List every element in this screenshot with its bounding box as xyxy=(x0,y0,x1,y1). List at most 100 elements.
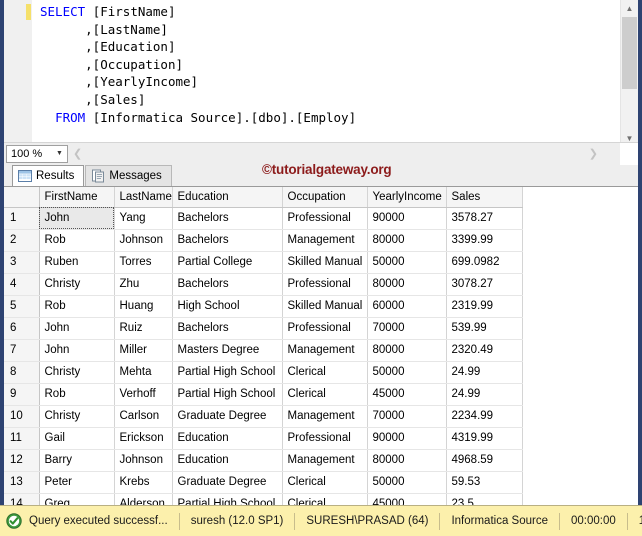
table-row[interactable]: 3 Ruben Torres Partial College Skilled Manua… xyxy=(4,251,523,274)
cell-sales[interactable]: 24.99 xyxy=(446,383,523,406)
cell-yearlyincome[interactable]: 50000 xyxy=(367,251,447,274)
chevron-left-icon[interactable]: ❮ xyxy=(73,147,82,160)
table-row[interactable]: 5 Rob Huang High School Skilled Manual 60000 2… xyxy=(4,295,523,318)
cell-lastname[interactable]: Zhu xyxy=(114,273,173,296)
cell-occupation[interactable]: Clerical xyxy=(282,471,368,494)
cell-lastname[interactable]: Huang xyxy=(114,295,173,318)
row-number-cell[interactable]: 3 xyxy=(4,251,40,274)
cell-lastname[interactable]: Carlson xyxy=(114,405,173,428)
cell-yearlyincome[interactable]: 50000 xyxy=(367,471,447,494)
cell-lastname[interactable]: Ruiz xyxy=(114,317,173,340)
table-row[interactable]: 2 Rob Johnson Bachelors Management 80000 3399.… xyxy=(4,229,523,252)
cell-sales[interactable]: 2319.99 xyxy=(446,295,523,318)
cell-firstname[interactable]: Christy xyxy=(39,361,115,384)
cell-firstname[interactable]: Rob xyxy=(39,383,115,406)
cell-education[interactable]: Partial High School xyxy=(172,493,283,505)
cell-occupation[interactable]: Clerical xyxy=(282,493,368,505)
cell-yearlyincome[interactable]: 90000 xyxy=(367,427,447,450)
table-row[interactable]: 7 John Miller Masters Degree Management 80000… xyxy=(4,339,523,362)
cell-lastname[interactable]: Yang xyxy=(114,207,173,230)
row-number-cell[interactable]: 10 xyxy=(4,405,40,428)
chevron-down-icon[interactable]: ▼ xyxy=(52,150,67,157)
cell-occupation[interactable]: Clerical xyxy=(282,383,368,406)
cell-yearlyincome[interactable]: 80000 xyxy=(367,449,447,472)
column-header-occupation[interactable]: Occupation xyxy=(282,186,368,208)
cell-yearlyincome[interactable]: 60000 xyxy=(367,295,447,318)
cell-yearlyincome[interactable]: 45000 xyxy=(367,493,447,505)
cell-lastname[interactable]: Mehta xyxy=(114,361,173,384)
row-number-cell[interactable]: 5 xyxy=(4,295,40,318)
cell-education[interactable]: Graduate Degree xyxy=(172,471,283,494)
cell-sales[interactable]: 59.53 xyxy=(446,471,523,494)
cell-sales[interactable]: 4319.99 xyxy=(446,427,523,450)
table-row[interactable]: 8 Christy Mehta Partial High School Clerical… xyxy=(4,361,523,384)
cell-lastname[interactable]: Krebs xyxy=(114,471,173,494)
editor-vertical-scrollbar[interactable]: ▲ ▼ xyxy=(620,0,638,143)
cell-lastname[interactable]: Verhoff xyxy=(114,383,173,406)
cell-firstname[interactable]: Greg xyxy=(39,493,115,505)
cell-education[interactable]: Partial High School xyxy=(172,383,283,406)
results-grid[interactable]: FirstName LastName Education Occupation … xyxy=(4,185,638,505)
scroll-down-icon[interactable]: ▼ xyxy=(621,130,638,142)
table-row[interactable]: 10 Christy Carlson Graduate Degree Managemen… xyxy=(4,405,523,428)
cell-occupation[interactable]: Skilled Manual xyxy=(282,295,368,318)
cell-yearlyincome[interactable]: 70000 xyxy=(367,317,447,340)
row-number-cell[interactable]: 9 xyxy=(4,383,40,406)
table-row[interactable]: 13 Peter Krebs Graduate Degree Clerical 50000… xyxy=(4,471,523,494)
row-number-cell[interactable]: 4 xyxy=(4,273,40,296)
row-number-cell[interactable]: 14 xyxy=(4,493,40,505)
column-header-rownum[interactable] xyxy=(4,186,40,208)
column-header-yearlyincome[interactable]: YearlyIncome xyxy=(367,186,447,208)
row-number-cell[interactable]: 13 xyxy=(4,471,40,494)
cell-firstname[interactable]: Gail xyxy=(39,427,115,450)
cell-firstname[interactable]: Christy xyxy=(39,273,115,296)
cell-education[interactable]: Bachelors xyxy=(172,207,283,230)
cell-sales[interactable]: 699.0982 xyxy=(446,251,523,274)
cell-firstname[interactable]: Rob xyxy=(39,295,115,318)
cell-occupation[interactable]: Professional xyxy=(282,317,368,340)
cell-occupation[interactable]: Management xyxy=(282,405,368,428)
cell-firstname[interactable]: Rob xyxy=(39,229,115,252)
cell-occupation[interactable]: Professional xyxy=(282,273,368,296)
cell-lastname[interactable]: Torres xyxy=(114,251,173,274)
cell-yearlyincome[interactable]: 90000 xyxy=(367,207,447,230)
table-row[interactable]: 12 Barry Johnson Education Management 80000 49… xyxy=(4,449,523,472)
chevron-right-icon[interactable]: ❯ xyxy=(589,147,598,160)
cell-yearlyincome[interactable]: 80000 xyxy=(367,273,447,296)
scrollbar-thumb[interactable] xyxy=(622,17,637,89)
cell-occupation[interactable]: Clerical xyxy=(282,361,368,384)
row-number-cell[interactable]: 6 xyxy=(4,317,40,340)
cell-firstname[interactable]: Christy xyxy=(39,405,115,428)
cell-occupation[interactable]: Management xyxy=(282,339,368,362)
cell-sales[interactable]: 24.99 xyxy=(446,361,523,384)
cell-firstname[interactable]: Ruben xyxy=(39,251,115,274)
row-number-cell[interactable]: 7 xyxy=(4,339,40,362)
row-number-cell[interactable]: 1 xyxy=(4,207,40,230)
cell-sales[interactable]: 2234.99 xyxy=(446,405,523,428)
column-header-lastname[interactable]: LastName xyxy=(114,186,173,208)
scrollbar-track[interactable] xyxy=(621,17,638,130)
cell-education[interactable]: Masters Degree xyxy=(172,339,283,362)
table-row[interactable]: 11 Gail Erickson Education Professional 90000… xyxy=(4,427,523,450)
row-number-cell[interactable]: 12 xyxy=(4,449,40,472)
cell-education[interactable]: Graduate Degree xyxy=(172,405,283,428)
cell-yearlyincome[interactable]: 50000 xyxy=(367,361,447,384)
cell-firstname[interactable]: John xyxy=(39,207,115,230)
column-header-sales[interactable]: Sales xyxy=(446,186,523,208)
row-number-cell[interactable]: 2 xyxy=(4,229,40,252)
table-row[interactable]: 1 John Yang Bachelors Professional 90000 3578.… xyxy=(4,207,523,230)
cell-education[interactable]: Bachelors xyxy=(172,317,283,340)
column-header-firstname[interactable]: FirstName xyxy=(39,186,115,208)
row-number-cell[interactable]: 11 xyxy=(4,427,40,450)
table-row[interactable]: 4 Christy Zhu Bachelors Professional 80000 307… xyxy=(4,273,523,296)
table-row[interactable]: 14 Greg Alderson Partial High School Clerica… xyxy=(4,493,523,505)
cell-occupation[interactable]: Management xyxy=(282,449,368,472)
cell-sales[interactable]: 3078.27 xyxy=(446,273,523,296)
cell-sales[interactable]: 3399.99 xyxy=(446,229,523,252)
cell-education[interactable]: Education xyxy=(172,449,283,472)
cell-sales[interactable]: 4968.59 xyxy=(446,449,523,472)
cell-yearlyincome[interactable]: 45000 xyxy=(367,383,447,406)
sql-editor-pane[interactable]: SELECT [FirstName] ,[LastName] ,[Educati… xyxy=(0,0,642,143)
cell-education[interactable]: Partial High School xyxy=(172,361,283,384)
cell-firstname[interactable]: John xyxy=(39,339,115,362)
